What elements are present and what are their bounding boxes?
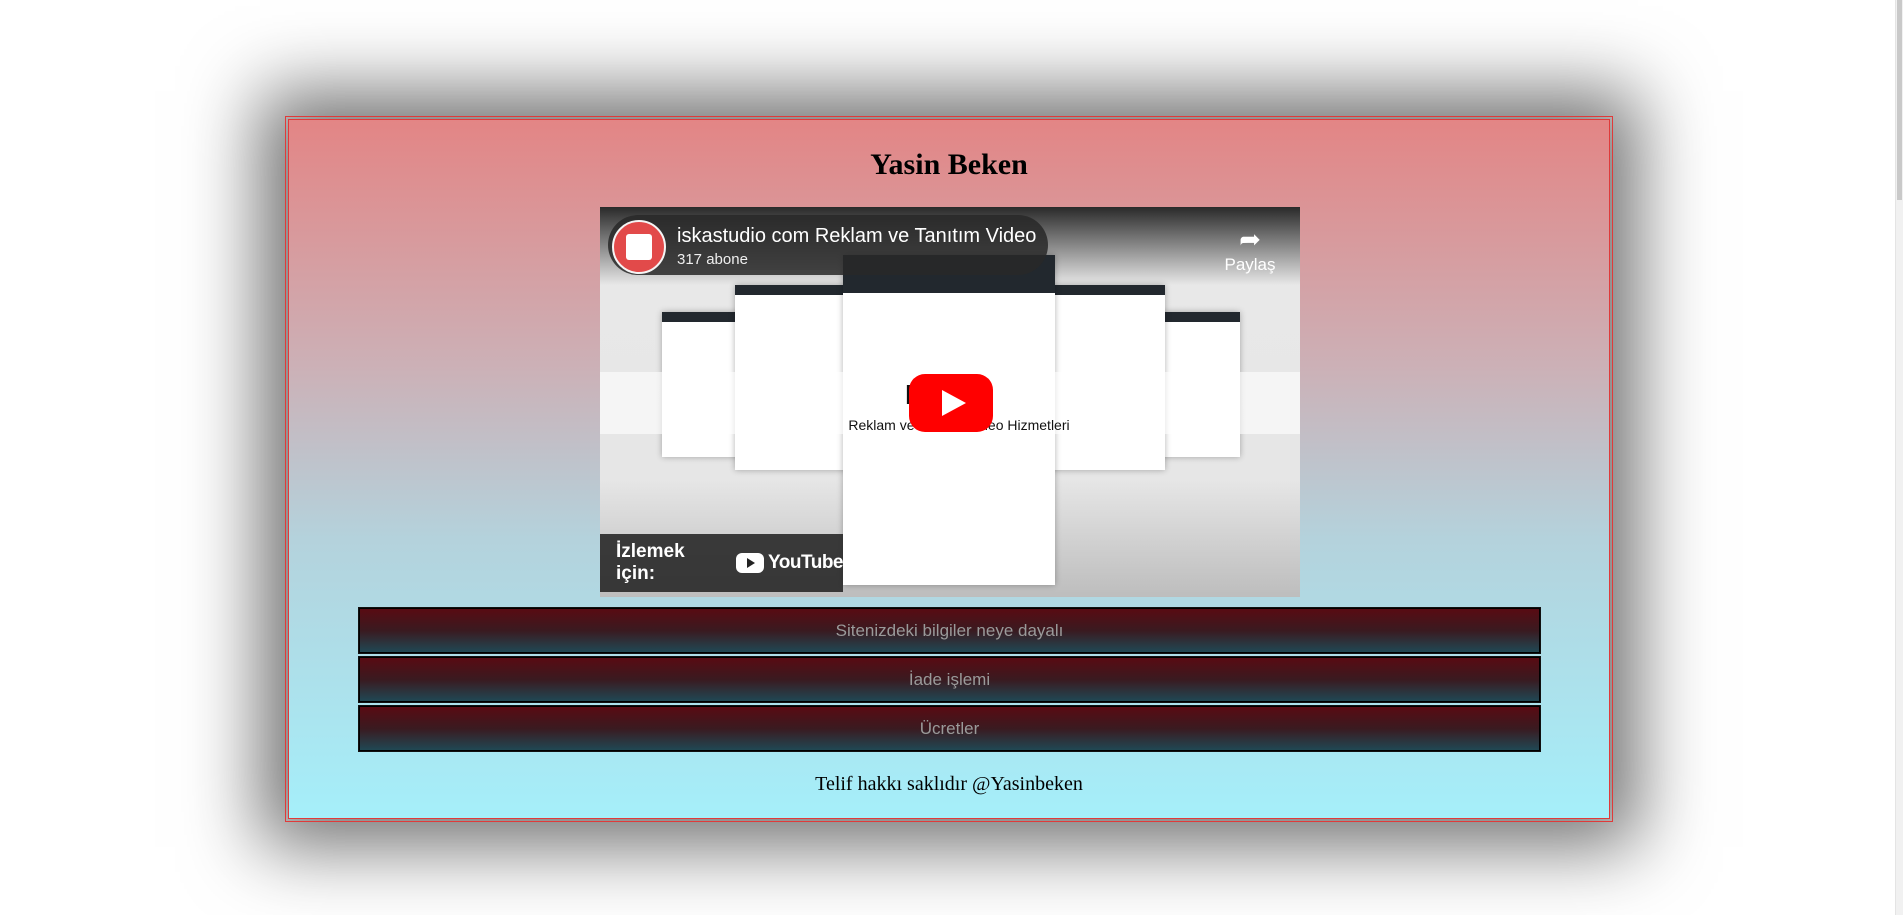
channel-avatar[interactable] [612,220,666,274]
youtube-play-icon [736,553,765,573]
share-icon: ➦ [1239,224,1261,254]
accordion-button-refund[interactable]: İade işlemi [358,656,1541,703]
watch-on-youtube-button[interactable]: İzlemek için: YouTube [600,534,843,592]
watch-on-label: İzlemek için: [616,541,685,584]
page-scrollbar[interactable] [1895,0,1903,915]
play-button[interactable] [909,374,993,432]
video-title[interactable]: iskastudio com Reklam ve Tanıtım Video [677,225,1036,248]
main-card: Yasin Beken IO Reklam ve Tanıtım Video H… [285,116,1613,822]
share-label: Paylaş [1224,255,1276,274]
page-title: Yasin Beken [870,148,1028,181]
copyright-text: Telif hakkı saklıdır @Yasinbeken [815,773,1083,795]
share-button[interactable]: ➦ Paylaş [1220,225,1280,275]
scrollbar-thumb[interactable] [1897,0,1902,200]
accordion-button-fees[interactable]: Ücretler [358,705,1541,752]
youtube-embed[interactable]: IO Reklam ve Tanıtım Video Hizmetleri is… [600,207,1300,597]
subscriber-count: 317 abone [677,251,748,268]
youtube-wordmark: YouTube [768,552,843,573]
accordion-button-info-source[interactable]: Sitenizdeki bilgiler neye dayalı [358,607,1541,654]
youtube-logo: YouTube [736,552,843,574]
